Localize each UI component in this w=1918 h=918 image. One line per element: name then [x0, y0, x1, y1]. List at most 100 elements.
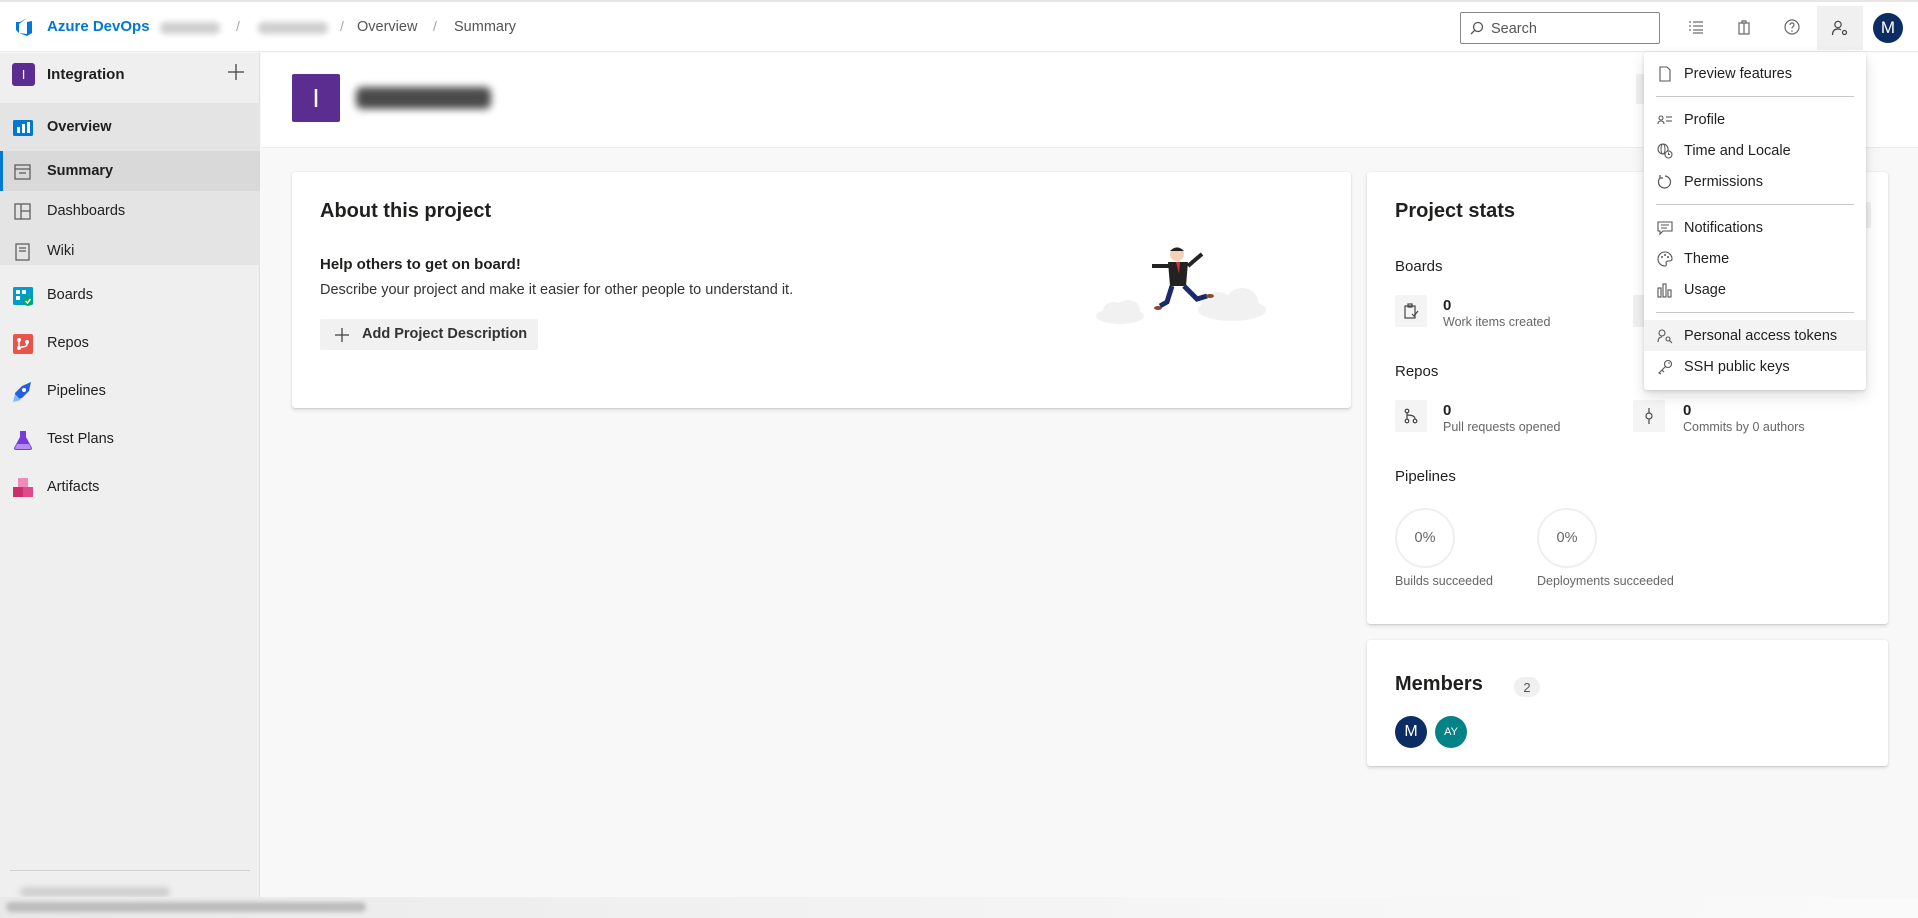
- pipelines-section-label: Pipelines: [1395, 468, 1456, 485]
- builds-ring[interactable]: 0%: [1395, 508, 1455, 568]
- pull-requests-count[interactable]: 0: [1443, 402, 1451, 419]
- artifacts-icon: [13, 478, 33, 497]
- deployments-caption: Deployments succeeded: [1537, 574, 1674, 588]
- boards-icon: [13, 287, 33, 306]
- wiki-icon: [15, 243, 30, 261]
- project-name[interactable]: Integration: [47, 66, 125, 83]
- sidebar-item-label: Wiki: [47, 243, 75, 259]
- menu-item-notifications[interactable]: Notifications: [1644, 212, 1866, 243]
- help-icon[interactable]: [1781, 16, 1803, 38]
- sidebar-item-dashboards[interactable]: Dashboards: [0, 191, 260, 231]
- menu-item-label: Notifications: [1684, 219, 1763, 236]
- marketplace-bag-icon[interactable]: [1733, 16, 1755, 38]
- notification-icon: [1657, 221, 1673, 236]
- sidebar-item-label: Test Plans: [47, 431, 114, 447]
- jumping-person-illustration: [1096, 247, 1266, 324]
- menu-item-theme[interactable]: Theme: [1644, 243, 1866, 274]
- left-sidebar: I Integration Overview Summary Dashboard…: [0, 53, 260, 918]
- project-avatar: I: [292, 74, 340, 122]
- menu-item-label: Preview features: [1684, 65, 1792, 82]
- top-bar: Azure DevOps / / Overview / Summary M: [0, 0, 1918, 52]
- pull-requests-caption: Pull requests opened: [1443, 420, 1561, 434]
- token-icon: [1657, 329, 1673, 344]
- add-description-label: Add Project Description: [362, 326, 528, 342]
- menu-item-label: Personal access tokens: [1684, 327, 1838, 344]
- search-box[interactable]: [1460, 12, 1660, 44]
- menu-item-ssh-public-keys[interactable]: SSH public keys: [1644, 351, 1866, 382]
- organization-crumb-redacted[interactable]: [160, 22, 220, 34]
- project-crumb-redacted[interactable]: [258, 22, 328, 34]
- sidebar-item-label: Boards: [47, 287, 93, 303]
- members-card: Members 2 M AY: [1367, 640, 1888, 766]
- member-avatar[interactable]: M: [1395, 716, 1427, 748]
- user-avatar[interactable]: M: [1873, 13, 1903, 43]
- sidebar-item-wiki[interactable]: Wiki: [0, 231, 260, 271]
- menu-item-preview-features[interactable]: Preview features: [1644, 58, 1866, 89]
- user-settings-icon[interactable]: [1817, 6, 1863, 50]
- task-list-icon[interactable]: [1685, 16, 1707, 38]
- boards-section-label: Boards: [1395, 258, 1443, 275]
- test-plans-icon: [14, 431, 32, 450]
- project-title-redacted: [356, 87, 491, 109]
- about-help-heading: Help others to get on board!: [320, 256, 521, 273]
- search-input[interactable]: [1491, 19, 1651, 39]
- menu-divider: [1656, 96, 1854, 97]
- menu-item-label: Permissions: [1684, 173, 1763, 190]
- browser-status-bar: [0, 897, 1918, 918]
- sidebar-item-label: Dashboards: [47, 203, 126, 219]
- contact-card-icon: [1657, 115, 1672, 125]
- stats-title: Project stats: [1395, 200, 1516, 222]
- members-title: Members: [1395, 673, 1483, 695]
- menu-item-label: SSH public keys: [1684, 358, 1790, 375]
- page-icon: [1659, 66, 1671, 82]
- menu-divider: [1656, 204, 1854, 205]
- about-project-card: About this project Help others to get on…: [292, 172, 1351, 408]
- sidebar-item-label: Artifacts: [47, 479, 100, 495]
- palette-icon: [1657, 251, 1673, 267]
- work-items-icon: [1395, 295, 1427, 327]
- menu-item-permissions[interactable]: Permissions: [1644, 166, 1866, 197]
- sidebar-item-summary[interactable]: Summary: [0, 151, 260, 191]
- menu-item-label: Usage: [1684, 281, 1726, 298]
- breadcrumb-summary[interactable]: Summary: [454, 19, 516, 35]
- breadcrumb-overview[interactable]: Overview: [357, 19, 417, 35]
- sidebar-item-overview[interactable]: Overview: [0, 107, 260, 147]
- summary-icon: [14, 164, 31, 180]
- breadcrumb-separator: /: [433, 18, 437, 34]
- project-settings-redacted[interactable]: [20, 887, 170, 897]
- overview-icon: [13, 120, 33, 136]
- sidebar-item-pipelines[interactable]: Pipelines: [0, 371, 260, 411]
- menu-item-profile[interactable]: Profile: [1644, 104, 1866, 135]
- azure-devops-logo-icon[interactable]: [14, 17, 34, 37]
- sidebar-item-repos[interactable]: Repos: [0, 323, 260, 363]
- member-avatar[interactable]: AY: [1435, 716, 1467, 748]
- members-count-badge: 2: [1514, 677, 1540, 697]
- add-icon[interactable]: [225, 61, 247, 83]
- sidebar-item-artifacts[interactable]: Artifacts: [0, 467, 260, 507]
- commits-caption: Commits by 0 authors: [1683, 420, 1805, 434]
- menu-item-time-and-locale[interactable]: Time and Locale: [1644, 135, 1866, 166]
- menu-item-usage[interactable]: Usage: [1644, 274, 1866, 305]
- sidebar-item-test-plans[interactable]: Test Plans: [0, 419, 260, 459]
- deployments-ring[interactable]: 0%: [1537, 508, 1597, 568]
- status-url-redacted: [6, 902, 366, 912]
- breadcrumb-separator: /: [340, 18, 344, 34]
- work-items-count[interactable]: 0: [1443, 297, 1451, 314]
- sidebar-item-boards[interactable]: Boards: [0, 275, 260, 315]
- sidebar-item-label: Repos: [47, 335, 89, 351]
- pipelines-icon: [13, 382, 31, 402]
- breadcrumb-separator: /: [236, 18, 240, 34]
- brand-name[interactable]: Azure DevOps: [47, 18, 150, 35]
- pull-request-icon: [1395, 400, 1427, 432]
- add-project-description-button[interactable]: Add Project Description: [320, 319, 538, 350]
- project-selector[interactable]: I Integration: [0, 53, 260, 95]
- dashboard-icon: [14, 203, 31, 220]
- sidebar-item-label: Summary: [47, 163, 114, 179]
- menu-item-label: Profile: [1684, 111, 1726, 128]
- commit-icon: [1633, 400, 1665, 432]
- about-title: About this project: [320, 200, 492, 222]
- commits-count[interactable]: 0: [1683, 402, 1691, 419]
- plus-icon: [335, 328, 349, 342]
- globe-clock-icon: [1657, 143, 1673, 159]
- menu-item-personal-access-tokens[interactable]: Personal access tokens: [1644, 320, 1866, 351]
